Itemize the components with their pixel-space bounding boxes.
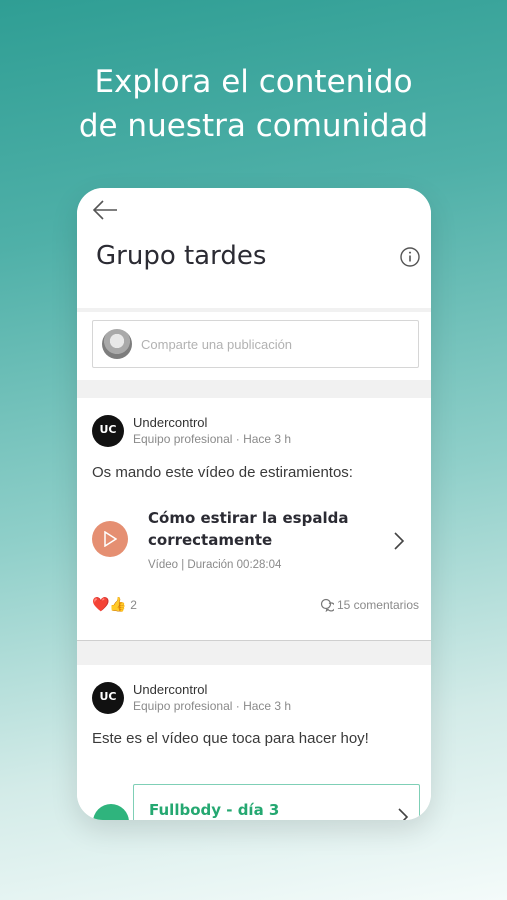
comments-link[interactable]: 15 comentarios — [320, 598, 419, 613]
headline-line-2: de nuestra comunidad — [78, 108, 429, 144]
info-button[interactable] — [399, 246, 421, 268]
user-avatar — [102, 329, 132, 359]
post-text: Os mando este vídeo de estiramientos: — [92, 464, 353, 481]
post-author[interactable]: Undercontrol — [133, 682, 207, 697]
video-thumb — [92, 521, 128, 557]
reactions[interactable]: ❤️👍 2 — [92, 596, 137, 613]
composer-placeholder: Comparte una publicación — [141, 337, 293, 352]
arrow-left-icon — [92, 200, 117, 220]
headline: Explora el contenido de nuestra comunida… — [0, 60, 507, 148]
app-header: Grupo tardes — [77, 188, 431, 308]
post-card: UC Undercontrol Equipo profesional · Hac… — [77, 398, 431, 641]
page-title: Grupo tardes — [96, 241, 267, 271]
video-card[interactable]: Fullbody - día 3 — [133, 784, 420, 820]
comments-count: 15 comentarios — [336, 598, 419, 612]
headline-line-1: Explora el contenido — [94, 64, 413, 100]
post-meta: Equipo profesional · Hace 3 h — [133, 432, 292, 446]
reaction-count: 2 — [130, 598, 137, 612]
phone-screen: Grupo tardes Comparte una publicación UC… — [77, 188, 431, 820]
section-gap — [77, 641, 431, 665]
section-gap — [77, 380, 431, 398]
composer-section: Comparte una publicación — [77, 312, 431, 380]
video-card[interactable]: Cómo estirar la espalda correctamente Ví… — [92, 507, 422, 587]
post-author[interactable]: Undercontrol — [133, 415, 207, 430]
video-title: Fullbody - día 3 — [149, 801, 280, 819]
chevron-right-icon — [394, 532, 405, 550]
reaction-emojis: ❤️👍 — [92, 596, 127, 612]
video-title: Cómo estirar la espalda correctamente — [148, 509, 349, 549]
author-avatar: UC — [92, 415, 124, 447]
video-meta: Vídeo | Duración 00:28:04 — [148, 559, 282, 571]
author-avatar: UC — [92, 682, 124, 714]
share-post-input[interactable]: Comparte una publicación — [92, 320, 419, 368]
post-meta: Equipo profesional · Hace 3 h — [133, 699, 292, 713]
comments-icon — [320, 598, 336, 613]
info-icon — [400, 247, 420, 267]
post-text: Este es el vídeo que toca para hacer hoy… — [92, 730, 369, 747]
back-button[interactable] — [91, 198, 121, 224]
play-icon — [104, 531, 117, 547]
chevron-right-icon — [398, 808, 409, 820]
